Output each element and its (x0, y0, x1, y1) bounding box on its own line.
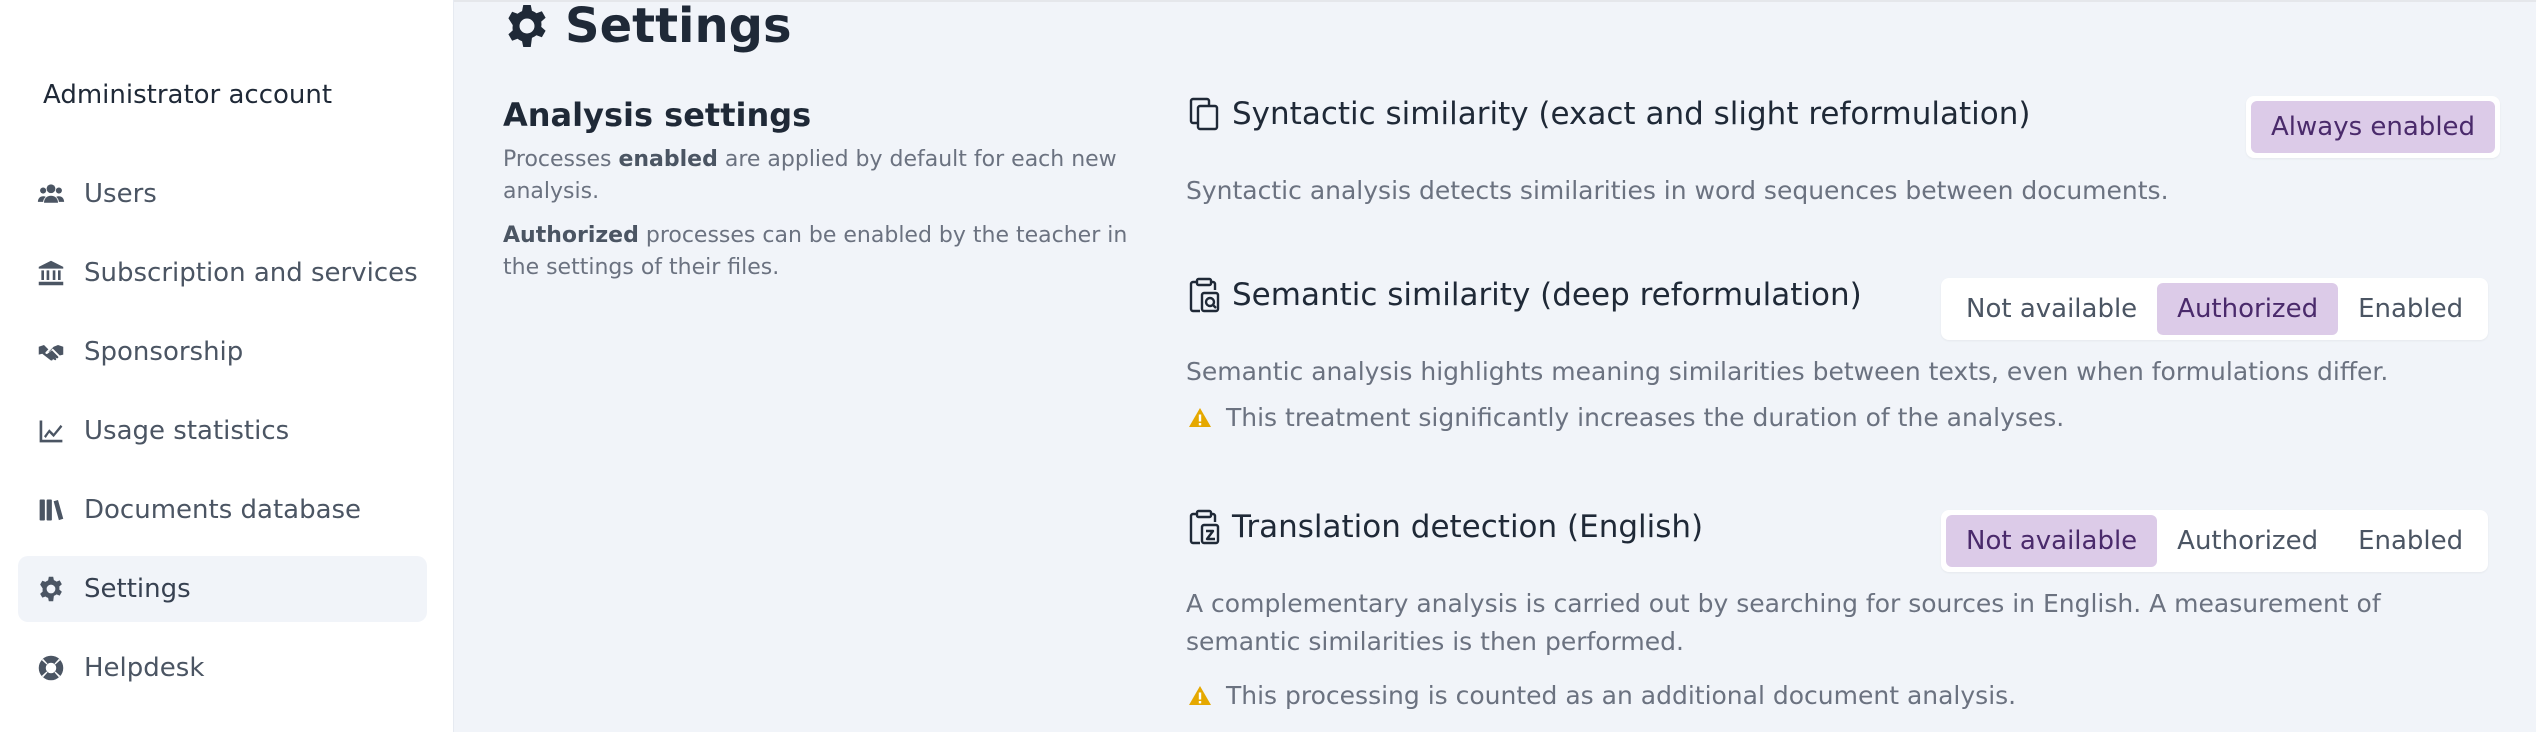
bank-icon (36, 258, 66, 288)
desc-text: Processes (503, 147, 619, 172)
warning-icon (1188, 684, 1212, 708)
copy-icon (1186, 95, 1222, 133)
syntactic-description: Syntactic analysis detects similarities … (1186, 176, 2169, 205)
translation-description: A complementary analysis is carried out … (1186, 589, 2381, 656)
sidebar-item-documents-database[interactable]: Documents database (18, 477, 427, 543)
sidebar-item-label: Helpdesk (84, 653, 205, 683)
semantic-option-enabled[interactable]: Enabled (2338, 283, 2483, 335)
chart-line-icon (36, 416, 66, 446)
sidebar-item-settings[interactable]: Settings (18, 556, 427, 622)
analysis-settings-title: Analysis settings (503, 96, 812, 134)
gear-icon (503, 2, 551, 50)
users-icon (36, 179, 66, 209)
sidebar-item-label: Settings (84, 574, 191, 604)
sidebar-item-label: Documents database (84, 495, 362, 525)
semantic-option-not-available[interactable]: Not available (1946, 283, 2157, 335)
semantic-title-text: Semantic similarity (deep reformulation) (1232, 277, 1862, 313)
sidebar-item-label: Subscription and services (84, 258, 418, 288)
clipboard-semantic-icon (1186, 276, 1222, 314)
translation-title-text: Translation detection (English) (1232, 509, 1704, 545)
sidebar-item-label: Usage statistics (84, 416, 290, 446)
semantic-option-authorized[interactable]: Authorized (2157, 283, 2339, 335)
sidebar: Administrator account Users Subscription… (0, 0, 453, 732)
always-enabled-badge: Always enabled (2251, 101, 2496, 153)
translation-detection-title: Translation detection (English) (1186, 508, 1703, 546)
semantic-warning-text: This treatment significantly increases t… (1226, 403, 2065, 432)
semantic-warning: This treatment significantly increases t… (1188, 403, 2064, 432)
books-icon (36, 495, 66, 525)
analysis-desc-enabled: Processes enabled are applied by default… (503, 144, 1143, 208)
sidebar-item-label: Sponsorship (84, 337, 244, 367)
translation-option-authorized[interactable]: Authorized (2157, 515, 2338, 567)
sidebar-item-users[interactable]: Users (18, 161, 427, 227)
desc-bold: Authorized (503, 223, 639, 248)
translation-option-enabled[interactable]: Enabled (2338, 515, 2483, 567)
sidebar-item-label: Users (84, 179, 157, 209)
syntactic-similarity-title: Syntactic similarity (exact and slight r… (1186, 95, 2030, 133)
sidebar-item-helpdesk[interactable]: Helpdesk (18, 635, 427, 701)
translation-option-not-available[interactable]: Not available (1946, 515, 2158, 567)
syntactic-title-text: Syntactic similarity (exact and slight r… (1232, 96, 2031, 132)
gear-icon (36, 574, 66, 604)
desc-bold: enabled (618, 147, 718, 172)
lifebuoy-icon (36, 653, 66, 683)
clipboard-translate-icon (1186, 508, 1222, 546)
syntactic-status: Always enabled (2246, 96, 2501, 158)
handshake-icon (36, 337, 66, 367)
account-label: Administrator account (43, 80, 333, 110)
sidebar-item-usage-statistics[interactable]: Usage statistics (18, 398, 427, 464)
sidebar-item-subscription[interactable]: Subscription and services (18, 240, 427, 306)
page-title: Settings (503, 0, 792, 54)
translation-availability-toggle: Not available Authorized Enabled (1941, 510, 2489, 572)
warning-icon (1188, 406, 1212, 430)
analysis-desc-authorized: Authorized processes can be enabled by t… (503, 220, 1143, 284)
translation-warning: This processing is counted as an additio… (1188, 681, 2016, 710)
semantic-description: Semantic analysis highlights meaning sim… (1186, 357, 2389, 386)
translation-warning-text: This processing is counted as an additio… (1226, 681, 2017, 710)
semantic-similarity-title: Semantic similarity (deep reformulation) (1186, 276, 1862, 314)
page-title-text: Settings (565, 0, 792, 54)
semantic-availability-toggle: Not available Authorized Enabled (1941, 278, 2489, 340)
sidebar-item-sponsorship[interactable]: Sponsorship (18, 319, 427, 385)
